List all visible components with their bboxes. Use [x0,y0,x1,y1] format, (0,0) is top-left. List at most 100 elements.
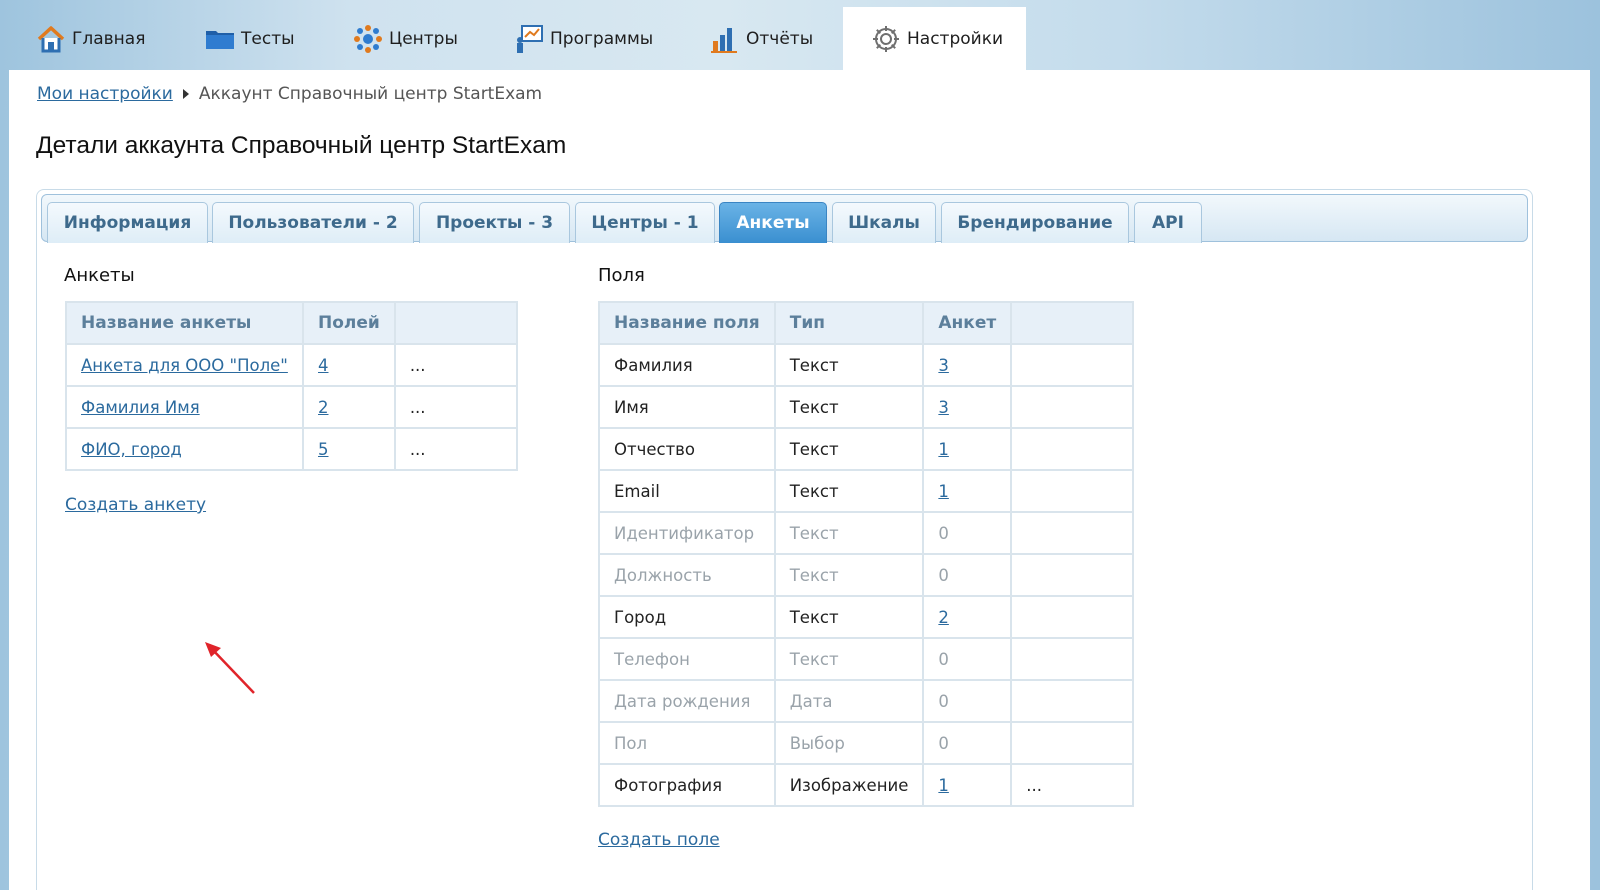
column-header: Название анкеты [65,301,304,345]
field-usage-link[interactable]: 3 [938,356,949,375]
field-count-cell: 0 [922,553,1013,597]
nav-label: Тесты [241,28,295,49]
field-name-cell: Дата рождения [598,679,776,723]
form-name-cell: Анкета для ООО "Поле" [65,343,304,387]
centers-icon [353,24,383,54]
tab-projects[interactable]: Проекты - 3 [419,202,570,243]
tab-api[interactable]: API [1134,202,1202,243]
column-header: Полей [302,301,396,345]
form-fields-link[interactable]: 4 [318,356,329,375]
tab-centers[interactable]: Центры - 1 [575,202,715,243]
field-count-cell: 1 [922,469,1013,513]
page-title: Детали аккаунта Справочный центр StartEx… [36,132,567,159]
form-name-cell: Фамилия Имя [65,385,304,429]
form-fields-link[interactable]: 2 [318,398,329,417]
nav-item-centers[interactable]: Центры [353,7,458,70]
field-type-cell: Текст [773,427,925,471]
tab-branding[interactable]: Брендирование [941,202,1129,243]
field-name-cell: Отчество [598,427,776,471]
row-actions-menu[interactable]: ... [1010,763,1135,807]
form-name-cell: ФИО, город [65,427,304,471]
field-count-cell: 0 [922,637,1013,681]
row-actions-menu [1010,511,1135,555]
forms-table: Название анкеты Полей Анкета для ООО "По… [65,301,518,471]
form-name-link[interactable]: Фамилия Имя [81,398,200,417]
form-fields-link[interactable]: 5 [318,440,329,459]
field-count-cell: 1 [922,427,1013,471]
field-usage-link[interactable]: 1 [938,440,949,459]
field-type-cell: Дата [773,679,925,723]
table-row: Фотография Изображение 1... [598,763,1135,807]
row-actions-menu [1010,637,1135,681]
field-usage-link[interactable]: 2 [938,608,949,627]
gear-icon [871,24,901,54]
field-count-cell: 0 [922,679,1013,723]
table-row: Идентификатор Текст 0 [598,511,1135,555]
table-row: Фамилия Текст 3 [598,343,1135,387]
table-header-row: Название анкеты Полей [65,301,518,345]
row-actions-menu[interactable]: ... [393,343,518,387]
field-count-cell: 1 [922,763,1013,807]
field-type-cell: Текст [773,511,925,555]
field-count-cell: 3 [922,385,1013,429]
form-fields-cell: 4 [302,343,396,387]
tab-scales[interactable]: Шкалы [832,202,936,243]
tab-forms[interactable]: Анкеты [719,202,827,243]
breadcrumb-link-my-settings[interactable]: Мои настройки [37,84,173,104]
programs-icon [514,24,544,54]
nav-item-tests[interactable]: Тесты [205,7,295,70]
row-actions-menu[interactable]: ... [393,385,518,429]
table-row: Email Текст 1 [598,469,1135,513]
field-usage-link[interactable]: 3 [938,398,949,417]
nav-label: Настройки [907,28,1004,49]
field-name-cell: Email [598,469,776,513]
form-fields-cell: 5 [302,427,396,471]
row-actions-menu [1010,553,1135,597]
fields-section-title: Поля [598,265,645,286]
field-count-cell: 0 [922,721,1013,765]
field-name-cell: Имя [598,385,776,429]
tab-users[interactable]: Пользователи - 2 [212,202,414,243]
nav-label: Программы [550,28,654,49]
create-field-link[interactable]: Создать поле [598,830,720,850]
tab-information[interactable]: Информация [47,202,208,243]
folder-icon [205,24,235,54]
row-actions-menu[interactable]: ... [393,427,518,471]
form-name-link[interactable]: Анкета для ООО "Поле" [81,356,288,375]
nav-item-settings[interactable]: Настройки [843,7,1026,70]
breadcrumb-current: Аккаунт Справочный центр StartExam [198,84,543,104]
field-usage-link[interactable]: 1 [938,776,949,795]
table-row: Должность Текст 0 [598,553,1135,597]
table-row: Город Текст 2 [598,595,1135,639]
breadcrumb: Мои настройки Аккаунт Справочный центр S… [37,84,542,104]
table-row: Имя Текст 3 [598,385,1135,429]
field-usage-link[interactable]: 1 [938,482,949,501]
field-type-cell: Текст [773,343,925,387]
nav-item-reports[interactable]: Отчёты [710,7,813,70]
table-row: Дата рождения Дата 0 [598,679,1135,723]
field-type-cell: Выбор [773,721,925,765]
table-row: ФИО, город 5 ... [65,427,518,471]
nav-label: Отчёты [746,28,814,49]
table-row: Пол Выбор 0 [598,721,1135,765]
row-actions-menu [1010,469,1135,513]
field-name-cell: Фотография [598,763,776,807]
form-name-link[interactable]: ФИО, город [81,440,182,459]
create-form-link[interactable]: Создать анкету [65,495,206,515]
column-header: Анкет [922,301,1013,345]
fields-table: Название поля Тип Анкет Фамилия Текст 3 Имя… [598,301,1135,807]
table-row: Отчество Текст 1 [598,427,1135,471]
column-header: Тип [773,301,925,345]
field-type-cell: Текст [773,385,925,429]
nav-label: Центры [389,28,458,49]
table-header-row: Название поля Тип Анкет [598,301,1135,345]
field-count-cell: 0 [922,511,1013,555]
table-row: Анкета для ООО "Поле" 4 ... [65,343,518,387]
field-name-cell: Должность [598,553,776,597]
field-name-cell: Город [598,595,776,639]
nav-item-programs[interactable]: Программы [514,7,653,70]
field-type-cell: Текст [773,469,925,513]
field-type-cell: Текст [773,595,925,639]
tab-bar: Информация Пользователи - 2 Проекты - 3 … [41,194,1528,243]
nav-item-home[interactable]: Главная [36,7,145,70]
